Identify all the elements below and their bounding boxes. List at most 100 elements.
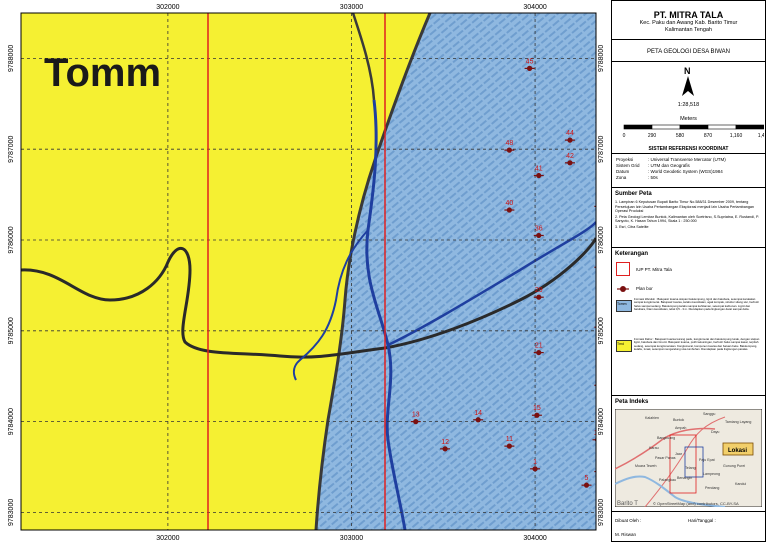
index-place-label: Kandui <box>735 482 746 486</box>
index-place-label: Telang <box>685 466 696 470</box>
legend-tomm-text: Formasi Warukin : Batupasir kuarsa sisip… <box>634 298 759 312</box>
scale-bar: 0 290 580 870 1,160 1,450 <box>623 124 764 139</box>
index-place-label: Dayu <box>711 430 719 434</box>
x-tick-label-top: 304000 <box>523 4 546 11</box>
made-by-name: M. Riswan <box>615 532 637 537</box>
drill-point-label: 35 <box>595 257 603 264</box>
scale-label: 1,450 <box>758 133 764 139</box>
index-place-label: Gunung Purei <box>723 464 745 468</box>
drill-point-label: 1 <box>533 459 537 466</box>
index-place-label: Bangkuang <box>657 436 675 440</box>
location-line-2: Kalimantan Tengah <box>665 27 712 33</box>
formation-label: Tomm <box>44 51 161 95</box>
source-item: 2. Peta Geologi Lembar Buntok, Kalimanta… <box>615 214 760 224</box>
index-lokasi-label: Lokasi <box>728 448 747 454</box>
drill-point-marker <box>506 147 512 153</box>
drill-point-label: 44 <box>566 130 574 137</box>
y-tick-label-right: 9785000 <box>598 317 605 344</box>
index-place-label: Benangin <box>677 476 692 480</box>
y-tick-label-right: 9787000 <box>598 135 605 162</box>
north-arrow-icon <box>682 76 694 96</box>
source-item: 1. Lampiran 6 Keputusan Bupati Barito Ti… <box>615 200 754 214</box>
legend-tmd-symbol: Tmd <box>617 342 624 346</box>
location-line-1: Kec. Paku dan Awang Kab. Barito Timur <box>639 20 738 26</box>
y-tick-label-right: 9783000 <box>598 499 605 526</box>
scale-segment <box>623 124 653 130</box>
index-map[interactable]: Lokasi Kalahien Buntok Sanggu Tamiang Layan… <box>615 409 762 507</box>
legend-iup-swatch <box>616 262 630 276</box>
drill-point-marker <box>536 294 542 300</box>
drill-point-marker <box>413 419 419 425</box>
index-place-label: Tamiang Layang <box>725 420 751 424</box>
scale-ratio: 1:28,518 <box>677 102 700 108</box>
scale-label: 870 <box>704 133 713 139</box>
index-place-label: Karau <box>649 446 659 450</box>
drill-point-label: 12 <box>441 439 449 446</box>
scale-segment <box>679 124 709 130</box>
drill-point-label: 41 <box>535 166 543 173</box>
scale-unit-label: Meters <box>680 116 697 122</box>
drill-point-label: 39 <box>595 196 603 203</box>
barito-label: Barito T <box>617 501 638 507</box>
geology-map[interactable]: Tomm 12345678910111213141516171819202122… <box>0 0 611 544</box>
sources-title: Sumber Peta <box>615 191 652 197</box>
scale-label: 580 <box>676 133 685 139</box>
drill-point-label: 15 <box>533 405 541 412</box>
drill-point-marker <box>536 349 542 356</box>
drill-point-marker <box>442 446 448 452</box>
map-legend-panel: PT. MITRA TALA Kec. Paku dan Awang Kab. … <box>611 0 766 542</box>
drill-point-label: 42 <box>566 153 574 160</box>
scale-label: 1,160 <box>730 133 743 139</box>
drill-point-marker <box>534 412 540 418</box>
drill-point-label: 8 <box>597 462 601 469</box>
drill-point-marker <box>536 232 542 239</box>
drill-point-label: 45 <box>526 58 534 65</box>
index-place-label: Lampeong <box>703 472 720 476</box>
map-title: PETA GEOLOGI DESA BIWAN <box>646 49 731 55</box>
y-tick-label-right: 9786000 <box>598 226 605 253</box>
scale-label: 0 <box>623 133 626 139</box>
crs-title: SISTEM REFERENSI KOORDINAT <box>648 146 729 152</box>
drill-point-marker <box>597 204 602 209</box>
legend-title: Keterangan <box>615 251 649 257</box>
x-tick-label-bottom: 303000 <box>340 535 363 542</box>
drill-point-label: 11 <box>506 436 513 443</box>
index-place-label: Sanggu <box>703 412 715 416</box>
drill-point-marker <box>475 417 481 423</box>
drill-symbol-icon <box>617 286 629 292</box>
sources-list: 1. Lampiran 6 Keputusan Bupati Barito Ti… <box>615 200 762 231</box>
y-tick-label-right: 9784000 <box>598 408 605 435</box>
drill-point-label: 29 <box>535 287 543 294</box>
index-place-label: Palangkau <box>659 478 676 482</box>
x-tick-label-top: 302000 <box>156 4 179 11</box>
x-tick-label-bottom: 304000 <box>523 535 546 542</box>
y-tick-label-left: 9784000 <box>8 408 15 435</box>
index-place-label: Pasar Panas <box>655 456 676 460</box>
legend-tomm-symbol: Tomm <box>617 302 627 306</box>
y-tick-label-left: 9785000 <box>8 317 15 344</box>
index-place-label: Muara Teweh <box>635 464 657 468</box>
drill-point-marker <box>597 469 602 474</box>
drill-point-label: 20 <box>595 375 603 382</box>
index-place-label: Buntok <box>673 418 684 422</box>
index-place-label: Ampah <box>675 426 686 430</box>
crs-value: : Universal Transverse Mercator (UTM) <box>648 157 726 162</box>
drill-point-marker <box>532 466 538 472</box>
drill-point-marker <box>583 482 590 488</box>
drill-point-label: 36 <box>535 225 543 232</box>
x-tick-label-bottom: 302000 <box>156 535 179 542</box>
crs-list: Proyeksi: Universal Transverse Mercator … <box>616 157 726 181</box>
crs-row: Zona: 50s <box>616 175 726 181</box>
x-tick-label-top: 303000 <box>340 4 363 11</box>
y-tick-label-left: 9783000 <box>8 499 15 526</box>
y-tick-label-left: 9788000 <box>8 45 15 72</box>
scale-segment <box>707 124 737 130</box>
drill-point-marker <box>536 172 542 179</box>
legend-iup-label: IUP PT. Mitra Tala <box>636 267 672 272</box>
drill-point-marker <box>567 137 573 143</box>
north-label: N <box>684 66 691 76</box>
y-tick-label-left: 9786000 <box>8 226 15 253</box>
date-label: Hari/Tanggal : <box>688 518 716 523</box>
scale-label: 290 <box>648 133 657 139</box>
y-tick-label-left: 9787000 <box>8 135 15 162</box>
